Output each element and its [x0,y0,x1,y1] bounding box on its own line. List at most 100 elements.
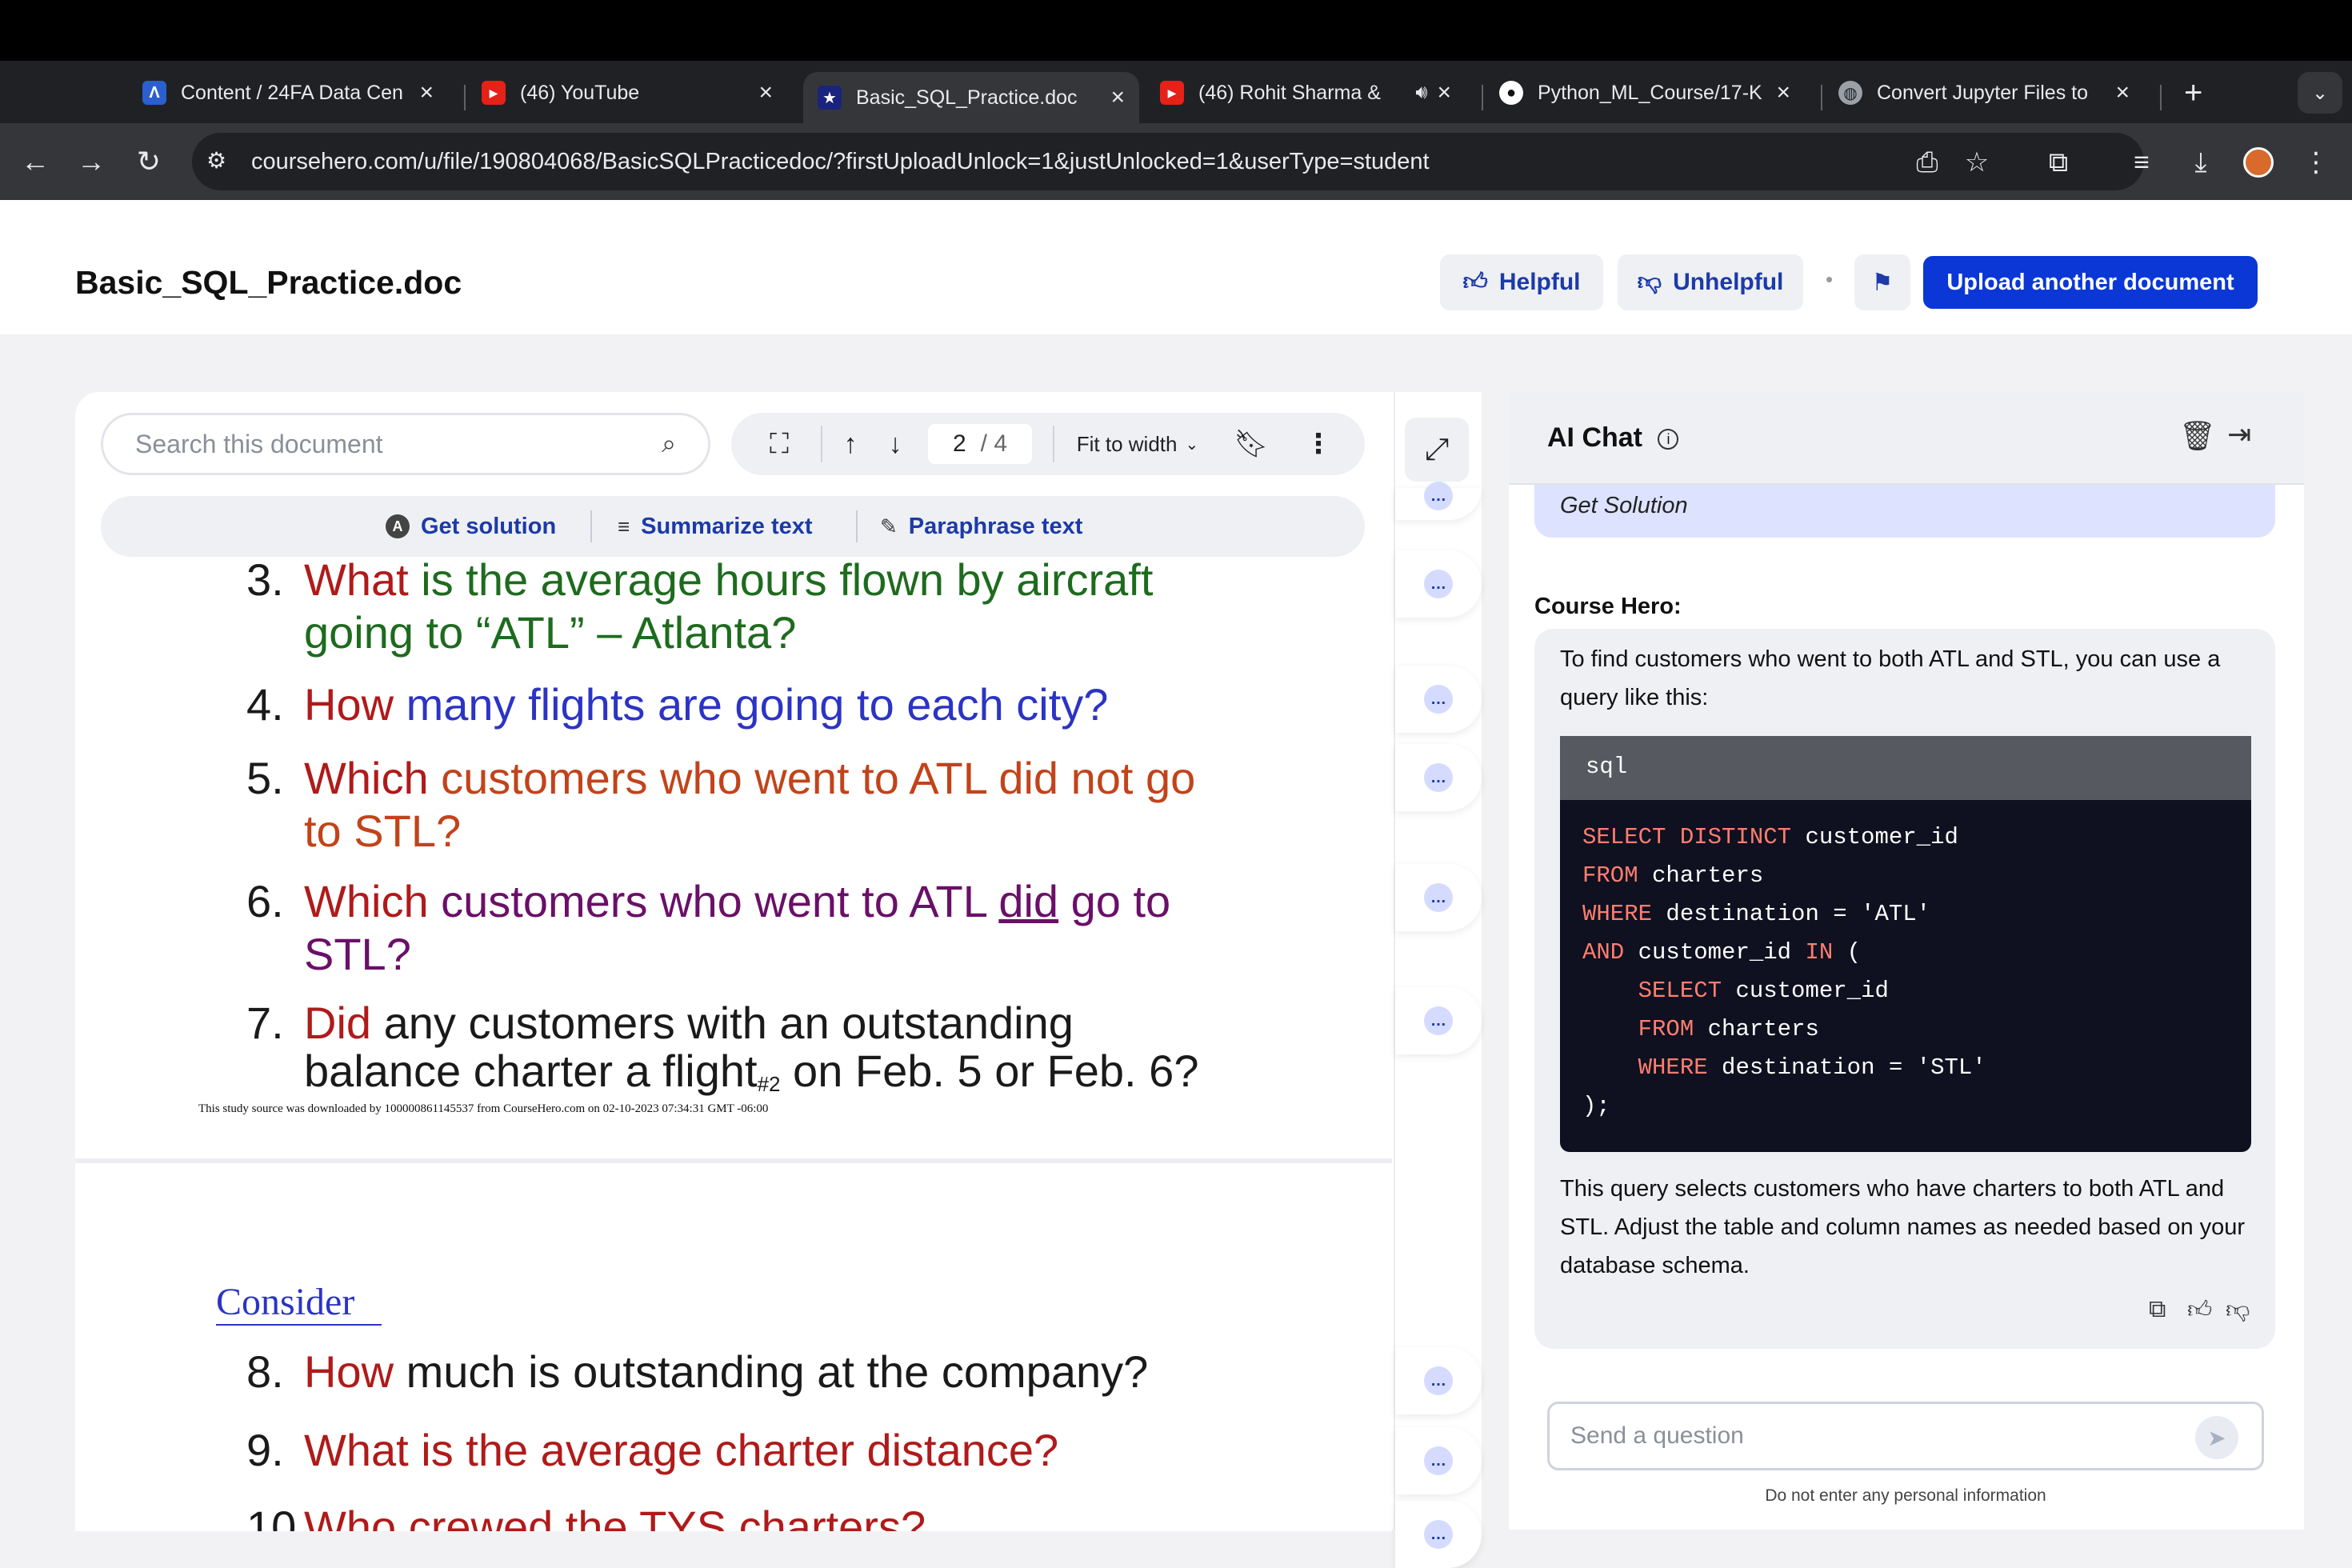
extensions-icon[interactable]: ⧉ [2038,142,2078,182]
close-icon[interactable]: × [758,79,773,106]
comment-button[interactable]: … [1395,550,1482,618]
question-text: go to [1058,876,1171,926]
question-text: did [998,876,1059,926]
comment-icon: … [1424,883,1453,912]
arrow-up-icon[interactable]: ↑ [830,413,870,475]
tab-title: Basic_SQL_Practice.doc [856,86,1078,109]
browser-tab[interactable]: ▶ (46) Rohit Sharma & 🔊︎ × [1146,70,1466,115]
new-tab-button[interactable]: + [2170,70,2218,115]
comment-button[interactable]: … [1395,666,1482,733]
question-number: 7. [246,998,284,1048]
unhelpful-button[interactable]: 👎︎ Unhelpful [1618,254,1803,310]
back-icon[interactable]: ← [14,141,56,182]
browser-tab[interactable]: Λ Content / 24FA Data Cen × [128,70,448,115]
document-controls: ⛶ ↑ ↓ Fit to width ⌄ 🔖︎ ⋮ [731,413,1365,475]
comment-icon: … [1424,763,1453,792]
chat-input[interactable]: Send a question [1547,1402,2264,1470]
browser-tab-active[interactable]: ★ Basic_SQL_Practice.doc × [803,72,1139,123]
media-control-icon[interactable]: ≡ [2122,142,2162,182]
tab-search-chevron-icon[interactable]: ⌄ [2298,72,2342,114]
comment-button[interactable]: … [1395,864,1482,931]
comment-icon: … [1424,570,1453,598]
code-language: sql [1560,736,2251,800]
assistant-intro: To find customers who went to both ATL a… [1560,646,2221,710]
tab-title: Python_ML_Course/17-K [1538,81,1762,104]
user-message: Get Solution [1534,485,2275,538]
separator-dot: • [1826,267,1834,291]
site-info-icon[interactable]: ⚙ [206,147,226,174]
consider-heading: Consider [216,1280,382,1326]
forward-icon[interactable]: → [70,141,112,182]
summarize-text-button[interactable]: ≡ Summarize text [618,496,813,557]
install-app-icon[interactable]: ⎙ [1907,142,1947,182]
question-text: customers who went to ATL [441,753,999,803]
more-options-icon[interactable]: ⋮ [1294,413,1342,475]
speaker-icon[interactable]: 🔊︎ [1415,82,1427,104]
browser-tab[interactable]: ● Python_ML_Course/17-K × [1485,70,1805,115]
send-icon[interactable]: ➤ [2195,1416,2238,1459]
browser-tab[interactable]: ▶ (46) YouTube × [467,70,787,115]
close-icon[interactable]: × [1110,84,1125,111]
zoom-select[interactable]: Fit to width ⌄ [1066,413,1210,475]
code-line: WHERE destination = 'ATL' [1582,901,1931,927]
helpful-button[interactable]: 👍︎ Helpful [1440,254,1603,310]
close-icon[interactable]: × [419,79,434,106]
chat-input-placeholder: Send a question [1570,1422,1744,1449]
question-text: What [304,557,422,605]
download-icon[interactable]: ⤓ [2181,142,2221,182]
copy-icon[interactable]: ⧉ [2149,1296,2166,1323]
question-text: much is outstanding at the company? [406,1346,1149,1397]
question-number: 6. [246,876,284,926]
upload-document-button[interactable]: Upload another document [1923,256,2258,309]
question-text: Which [304,876,442,926]
page-number-field[interactable]: 2 / 4 [928,424,1032,464]
trash-icon[interactable]: 🗑︎ [2179,419,2216,453]
question-text: going to “ATL” – Atlanta? [304,607,797,658]
flag-icon[interactable]: ⚑ [1854,254,1910,310]
expand-icon[interactable]: ⤢ [1405,418,1469,482]
close-icon[interactable]: × [1437,79,1451,106]
privacy-notice: Do not enter any personal information [1765,1486,2046,1505]
summarize-label: Summarize text [641,513,813,539]
comment-button[interactable]: … [1395,1501,1482,1568]
page-current: 2 [952,430,966,457]
ai-tools-bar: A Get solution ≡ Summarize text ✎ Paraph… [101,496,1365,557]
question-item: 6. Which customers who went to ATL did go… [246,875,1366,981]
info-icon[interactable]: i [1658,429,1679,450]
question-text: What is the average charter distance? [304,1425,1059,1475]
youtube-icon: ▶ [1160,81,1184,105]
thumbs-up-icon[interactable]: 👍︎ [2187,1296,2212,1325]
comment-button[interactable]: … [1395,1347,1482,1414]
zoom-value: Fit to width [1076,431,1178,456]
thumbs-up-icon: 👍︎ [1462,269,1488,295]
collapse-panel-icon[interactable]: ⇥ [2227,418,2251,451]
comment-icon: … [1424,1520,1453,1549]
question-number: 9. [246,1425,284,1475]
thumbs-down-icon[interactable]: 👎︎ [2226,1296,2250,1325]
bookmark-icon[interactable]: 🔖︎ [1227,413,1275,475]
search-input[interactable]: Search this document ⌕ [101,413,710,475]
address-bar[interactable]: ⚙ coursehero.com/u/file/190804068/BasicS… [192,133,2144,190]
comment-button[interactable]: … [1395,744,1482,811]
close-icon[interactable]: × [2115,79,2130,106]
question-text: customers who went to ATL [441,876,999,926]
get-solution-button[interactable]: A Get solution [386,496,556,557]
bookmark-star-icon[interactable]: ☆ [1957,142,1997,182]
youtube-icon: ▶ [482,81,506,105]
comment-icon: … [1424,1366,1453,1395]
reload-icon[interactable]: ↻ [128,141,170,182]
close-icon[interactable]: × [1776,79,1790,106]
comment-button[interactable]: … [1395,1427,1482,1494]
browser-menu-icon[interactable]: ⋮ [2296,142,2336,182]
helpful-label: Helpful [1498,269,1581,295]
browser-tab[interactable]: ◍ Convert Jupyter Files to × [1824,70,2144,115]
comment-button[interactable]: … [1395,987,1482,1054]
arrow-down-icon[interactable]: ↓ [875,413,915,475]
browser-tab-strip: Λ Content / 24FA Data Cen × ▶ (46) YouTu… [0,61,2352,123]
fullscreen-icon[interactable]: ⛶ [755,413,803,475]
comment-icon: … [1424,1446,1453,1475]
question-number: 10 [246,1502,297,1531]
paraphrase-text-button[interactable]: ✎ Paraphrase text [880,496,1082,557]
avatar[interactable] [2238,142,2278,182]
search-icon[interactable]: ⌕ [662,429,676,459]
